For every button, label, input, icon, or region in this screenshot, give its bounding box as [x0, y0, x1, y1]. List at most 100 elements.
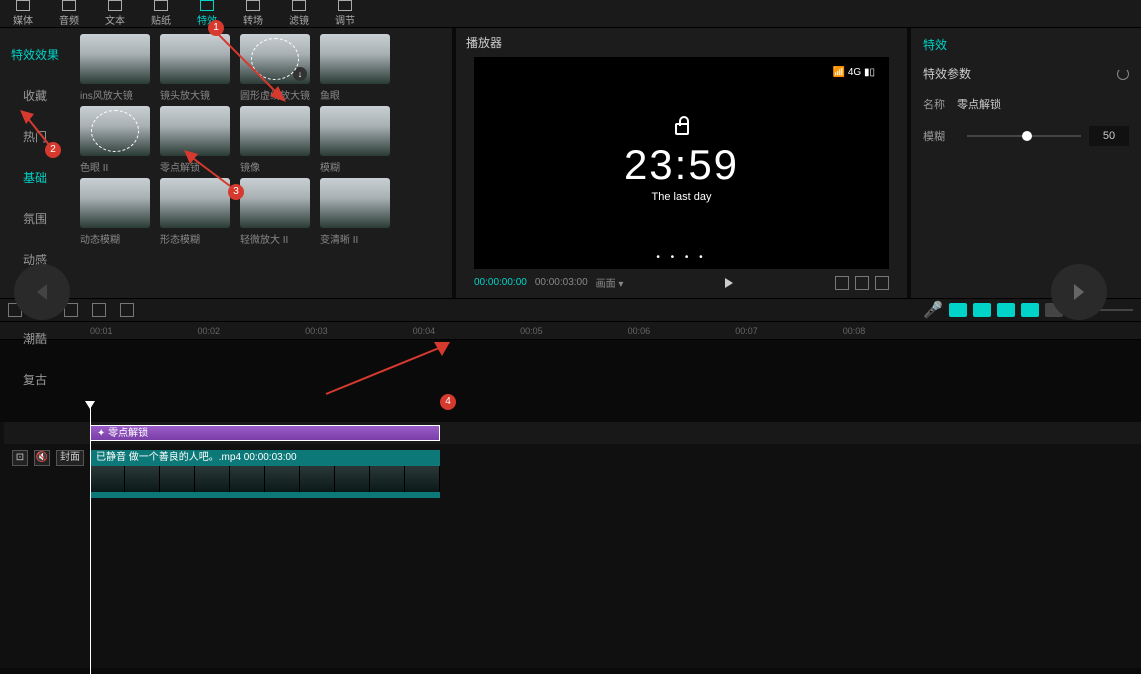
tab-adjust[interactable]: 调节 [322, 0, 368, 27]
effect-item[interactable]: 色眼 II [80, 106, 150, 174]
fullscreen-icon[interactable] [875, 276, 889, 290]
snap-toggle-4[interactable] [1021, 303, 1039, 317]
effect-item[interactable]: 形态模糊 [160, 178, 230, 246]
cover-button[interactable]: 封面 [56, 450, 84, 466]
effect-thumb [80, 106, 150, 156]
tab-text[interactable]: 文本 [92, 0, 138, 27]
snap-toggle-2[interactable] [973, 303, 991, 317]
category-sidebar: 特效效果 收藏 热门 基础 氛围 动感 DV 潮酷 复古 [0, 28, 70, 298]
effect-item[interactable]: 轻微放大 II [240, 178, 310, 246]
snap-toggle-3[interactable] [997, 303, 1015, 317]
nav-prev[interactable] [14, 264, 70, 320]
effect-thumb [80, 178, 150, 228]
effect-item[interactable]: ins风放大镜 [80, 34, 150, 102]
current-time: 00:00:00:00 [474, 277, 527, 288]
effect-thumb [240, 178, 310, 228]
player-panel: 播放器 📶 4G ▮▯ 23:59 The last day • • • • 0… [456, 28, 907, 298]
cat-retro[interactable]: 复古 [0, 359, 70, 400]
tab-sticker[interactable]: 贴纸 [138, 0, 184, 27]
time-mark: 00:05 [520, 326, 543, 336]
timeline-toolbar: 🎤 ⬤ [0, 298, 1141, 322]
effect-item[interactable]: 鱼眼 [320, 34, 390, 102]
delete-icon[interactable] [120, 303, 134, 317]
effect-item[interactable]: 镜头放大镜 [160, 34, 230, 102]
crop-icon[interactable] [835, 276, 849, 290]
annotation-3: 3 [228, 184, 244, 200]
section-label: 特效参数 [923, 65, 971, 82]
effect-item[interactable]: 变清晰 II [320, 178, 390, 246]
effect-item[interactable]: 零点解锁 [160, 106, 230, 174]
player-title: 播放器 [456, 28, 907, 57]
blur-label: 模糊 [923, 128, 957, 144]
slider-handle[interactable] [1022, 131, 1032, 141]
effect-thumb: ↓ [240, 34, 310, 84]
effects-grid: ins风放大镜 镜头放大镜 ↓圆形虚线放大镜 鱼眼 色眼 II 零点解锁 镜像 … [70, 28, 452, 298]
cat-basic[interactable]: 基础 [0, 157, 70, 198]
mic-icon[interactable]: 🎤 [923, 300, 943, 320]
download-icon[interactable]: ↓ [293, 67, 307, 81]
effect-label: 色眼 II [80, 159, 150, 174]
duration: 00:00:03:00 [535, 277, 588, 288]
time-mark: 00:08 [843, 326, 866, 336]
effect-item[interactable]: ↓圆形虚线放大镜 [240, 34, 310, 102]
chevron-left-icon [37, 284, 47, 300]
cat-featured[interactable]: 特效效果 [0, 34, 70, 75]
tab-label: 贴纸 [151, 12, 171, 27]
blur-value[interactable]: 50 [1089, 126, 1129, 146]
clip-audio-band [90, 492, 440, 498]
chevron-right-icon [1074, 284, 1084, 300]
ratio-dropdown[interactable]: 画面 ▾ [596, 275, 624, 290]
video-clip[interactable]: 已静音 做一个善良的人吧。.mp4 00:00:03:00 [90, 450, 440, 498]
timeline-area[interactable]: ✦ 零点解锁 ⊡ 🔇 封面 已静音 做一个善良的人吧。.mp4 00:00:03… [0, 422, 1141, 668]
cat-favorite[interactable]: 收藏 [0, 75, 70, 116]
props-tab[interactable]: 特效 [923, 36, 1129, 53]
compare-icon[interactable] [855, 276, 869, 290]
cat-cool[interactable]: 潮酷 [0, 318, 70, 359]
blur-slider[interactable] [967, 135, 1081, 137]
tab-media[interactable]: 媒体 [0, 0, 46, 27]
nav-next[interactable] [1051, 264, 1107, 320]
adjust-icon [338, 0, 352, 11]
effect-item[interactable]: 模糊 [320, 106, 390, 174]
effect-clip[interactable]: ✦ 零点解锁 [90, 425, 440, 441]
sticker-icon [154, 0, 168, 11]
arrow-4 [320, 340, 450, 400]
effect-label: ins风放大镜 [80, 87, 150, 102]
lockscreen-date: The last day [652, 191, 712, 203]
time-mark: 00:06 [628, 326, 651, 336]
effect-label: 形态模糊 [160, 231, 230, 246]
tab-label: 媒体 [13, 12, 33, 27]
time-mark: 00:03 [305, 326, 328, 336]
annotation-4: 4 [440, 394, 456, 410]
cat-atmosphere[interactable]: 氛围 [0, 198, 70, 239]
annotation-1: 1 [208, 20, 224, 36]
tab-transition[interactable]: 转场 [230, 0, 276, 27]
split-icon[interactable] [92, 303, 106, 317]
timeline-ruler[interactable]: 00:01 00:02 00:03 00:04 00:05 00:06 00:0… [0, 322, 1141, 340]
tab-label: 滤镜 [289, 12, 309, 27]
effect-label: 动态模糊 [80, 231, 150, 246]
effect-label: 零点解锁 [160, 159, 230, 174]
props-section-title: 特效参数 [923, 65, 1129, 82]
time-mark: 00:04 [413, 326, 436, 336]
effect-label: 轻微放大 II [240, 231, 310, 246]
reset-icon[interactable] [1117, 68, 1129, 80]
tab-effects[interactable]: 特效 [184, 0, 230, 27]
snap-toggle-1[interactable] [949, 303, 967, 317]
effects-icon [200, 0, 214, 11]
track-lock-icon[interactable]: ⊡ [12, 450, 28, 466]
name-value: 零点解锁 [957, 96, 1001, 112]
tab-label: 文本 [105, 12, 125, 27]
effect-item[interactable]: 镜像 [240, 106, 310, 174]
play-button[interactable] [725, 278, 733, 288]
annotation-2: 2 [45, 142, 61, 158]
tab-filter[interactable]: 滤镜 [276, 0, 322, 27]
playhead[interactable] [90, 404, 91, 674]
player-screen[interactable]: 📶 4G ▮▯ 23:59 The last day • • • • [474, 57, 889, 269]
effect-track[interactable]: ✦ 零点解锁 [4, 422, 1141, 444]
effect-item[interactable]: 动态模糊 [80, 178, 150, 246]
media-icon [16, 0, 30, 11]
track-mute-icon[interactable]: 🔇 [34, 450, 50, 466]
tab-audio[interactable]: 音频 [46, 0, 92, 27]
status-bar: 📶 4G ▮▯ [833, 67, 875, 78]
